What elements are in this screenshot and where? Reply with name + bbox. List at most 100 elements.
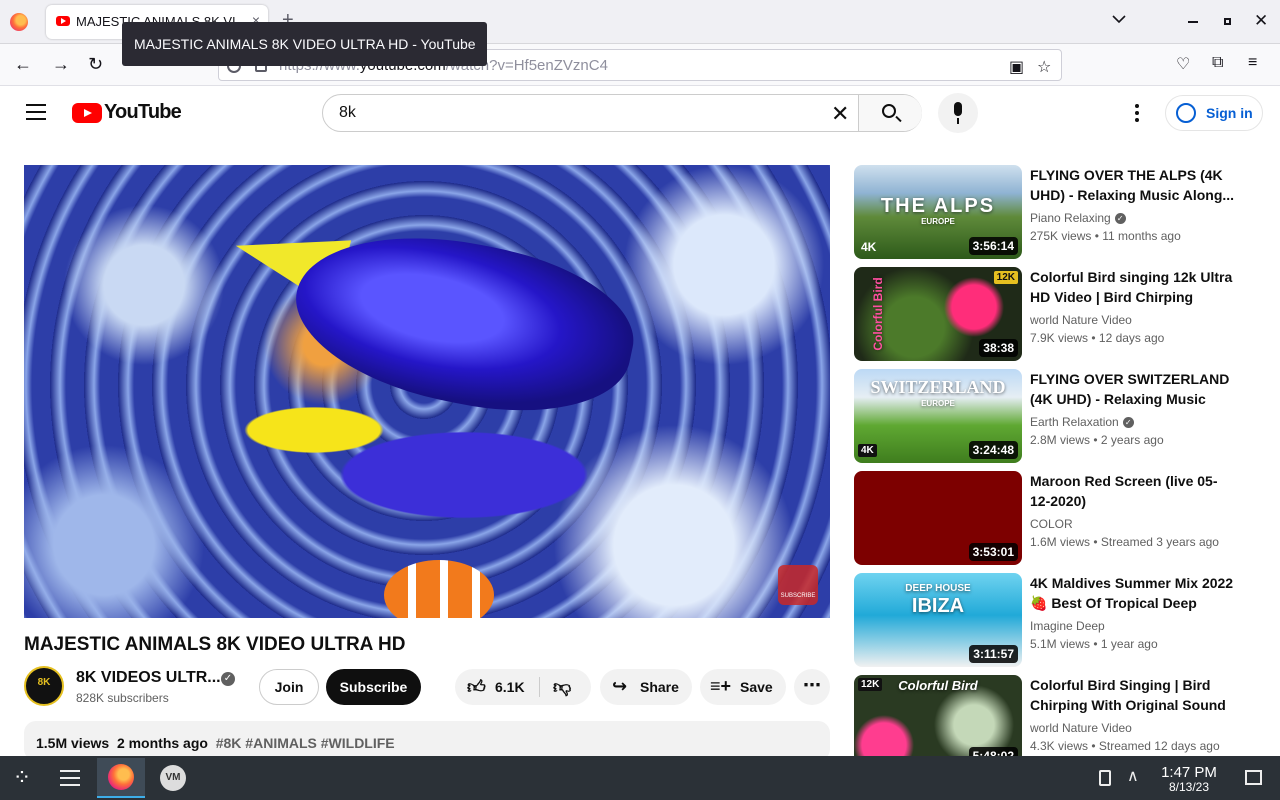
upload-age: Streamed 12 days ago bbox=[1098, 739, 1220, 753]
clear-search-icon[interactable]: ✕ bbox=[831, 101, 849, 127]
back-button[interactable]: ← bbox=[14, 54, 32, 74]
hashtags[interactable]: #8K #ANIMALS #WILDLIFE bbox=[216, 735, 395, 751]
extensions-icon[interactable]: ⧉ bbox=[1212, 54, 1223, 72]
more-actions-button[interactable]: ⋯ bbox=[794, 669, 830, 705]
thumbnail-subtext: DEEP HOUSE bbox=[905, 583, 971, 594]
search-box[interactable]: 8k ✕ bbox=[322, 94, 922, 132]
channel-name[interactable]: 8K VIDEOS ULTR... bbox=[76, 669, 221, 687]
pocket-icon[interactable]: ♡ bbox=[1176, 54, 1190, 74]
description-box[interactable]: 1.5M views 2 months ago #8K #ANIMALS #WI… bbox=[24, 721, 830, 761]
playlist-add-icon: ≡+ bbox=[710, 676, 732, 696]
video-player[interactable]: SUBSCRIBE bbox=[24, 165, 830, 618]
recommendation-item[interactable]: Colorful Bird 12K 38:38 Colorful Bird si… bbox=[854, 267, 1244, 361]
tab-tooltip: MAJESTIC ANIMALS 8K VIDEO ULTRA HD - You… bbox=[122, 22, 487, 66]
video-thumbnail[interactable]: DEEP HOUSE IBIZA 3:11:57 bbox=[854, 573, 1022, 667]
save-button[interactable]: ≡+ Save bbox=[700, 669, 786, 705]
recommendation-channel[interactable]: Imagine Deep bbox=[1030, 619, 1105, 633]
thumbnail-text: Colorful Bird bbox=[898, 678, 978, 693]
recommendation-item[interactable]: THE ALPS EUROPE 4K 3:56:14 FLYING OVER T… bbox=[854, 165, 1244, 259]
channel-name[interactable]: world Nature Video bbox=[1030, 721, 1132, 735]
recommendation-item[interactable]: 3:53:01 Maroon Red Screen (live 05-12-20… bbox=[854, 471, 1244, 565]
bookmark-star-icon[interactable]: ☆ bbox=[1037, 57, 1051, 77]
video-thumbnail[interactable]: Colorful Bird 12K 38:38 bbox=[854, 267, 1022, 361]
firefox-icon[interactable] bbox=[10, 13, 28, 31]
channel-name[interactable]: Earth Relaxation bbox=[1030, 415, 1119, 429]
taskbar-firefox-app[interactable] bbox=[97, 758, 145, 798]
search-button[interactable] bbox=[858, 95, 922, 131]
account-icon bbox=[1176, 103, 1196, 123]
youtube-logo-icon[interactable] bbox=[72, 103, 102, 123]
window-minimize-button[interactable] bbox=[1188, 21, 1198, 23]
recommendation-channel[interactable]: COLOR bbox=[1030, 517, 1073, 531]
upload-age: Streamed 3 years ago bbox=[1100, 535, 1219, 549]
upload-age: 2 months ago bbox=[116, 735, 208, 751]
taskbar-settings-app[interactable] bbox=[46, 758, 94, 798]
youtube-logo-text[interactable]: YouTube bbox=[104, 101, 182, 124]
view-count: 1.6M views bbox=[1030, 535, 1091, 549]
sign-in-button[interactable]: Sign in bbox=[1165, 95, 1263, 131]
recommendation-channel[interactable]: world Nature Video bbox=[1030, 313, 1132, 327]
view-count: 4.3K views bbox=[1030, 739, 1089, 753]
recommendation-title[interactable]: FLYING OVER SWITZERLAND (4K UHD) - Relax… bbox=[1030, 369, 1236, 409]
thumbnail-subtext: EUROPE bbox=[921, 399, 955, 408]
thumbnail-subtext: EUROPE bbox=[921, 217, 955, 226]
recommendation-item[interactable]: SWITZERLAND EUROPE 4K 3:24:48 FLYING OVE… bbox=[854, 369, 1244, 463]
window-close-button[interactable]: ✕ bbox=[1254, 11, 1268, 31]
channel-name[interactable]: Piano Relaxing bbox=[1030, 211, 1111, 225]
join-button[interactable]: Join bbox=[259, 669, 319, 705]
channel-name[interactable]: Imagine Deep bbox=[1030, 619, 1105, 633]
upload-age: 11 months ago bbox=[1102, 229, 1181, 243]
recommendation-title[interactable]: Maroon Red Screen (live 05-12-2020) bbox=[1030, 471, 1236, 511]
guide-menu-icon[interactable] bbox=[26, 104, 46, 120]
youtube-favicon-icon bbox=[56, 16, 70, 26]
video-thumbnail[interactable]: THE ALPS EUROPE 4K 3:56:14 bbox=[854, 165, 1022, 259]
share-button[interactable]: ↪ Share bbox=[600, 669, 692, 705]
search-input[interactable]: 8k bbox=[339, 104, 356, 122]
upload-age: 2 years ago bbox=[1100, 433, 1164, 447]
reload-button[interactable]: ↻ bbox=[88, 54, 103, 74]
quality-badge: 12K bbox=[993, 271, 1018, 284]
forward-button[interactable]: → bbox=[52, 54, 70, 74]
recommendation-channel[interactable]: Piano Relaxing ✓ bbox=[1030, 211, 1126, 225]
dislike-icon[interactable]: 👎︎ bbox=[553, 676, 571, 698]
recommendation-title[interactable]: 4K Maldives Summer Mix 2022 🍓 Best Of Tr… bbox=[1030, 573, 1236, 613]
video-thumbnail[interactable]: SWITZERLAND EUROPE 4K 3:24:48 bbox=[854, 369, 1022, 463]
like-icon[interactable]: 👍︎ bbox=[467, 676, 486, 698]
quality-badge: 4K bbox=[858, 444, 877, 457]
app-launcher-icon[interactable]: ⁘ bbox=[8, 764, 36, 792]
video-thumbnail[interactable]: 3:53:01 bbox=[854, 471, 1022, 565]
recommendation-title[interactable]: Colorful Bird Singing | Bird Chirping Wi… bbox=[1030, 675, 1236, 715]
channel-avatar[interactable]: 8K bbox=[24, 666, 64, 706]
view-count: 5.1M views bbox=[1030, 637, 1091, 651]
clock-time[interactable]: 1:47 PM bbox=[1150, 764, 1228, 781]
like-count[interactable]: 6.1K bbox=[495, 679, 525, 695]
recommendation-channel[interactable]: Earth Relaxation ✓ bbox=[1030, 415, 1134, 429]
recommendation-meta: 2.8M views • 2 years ago bbox=[1030, 433, 1164, 447]
window-maximize-button[interactable] bbox=[1224, 18, 1231, 25]
recommendation-item[interactable]: DEEP HOUSE IBIZA 3:11:57 4K Maldives Sum… bbox=[854, 573, 1244, 667]
recommendation-title[interactable]: FLYING OVER THE ALPS (4K UHD) - Relaxing… bbox=[1030, 165, 1236, 205]
list-all-tabs-icon[interactable] bbox=[1112, 12, 1126, 26]
subscribe-button[interactable]: Subscribe bbox=[326, 669, 421, 705]
view-count: 275K views bbox=[1030, 229, 1092, 243]
show-desktop-icon[interactable] bbox=[1245, 770, 1262, 785]
clock-date[interactable]: 8/13/23 bbox=[1150, 780, 1228, 794]
save-label: Save bbox=[740, 679, 773, 695]
recommendation-title[interactable]: Colorful Bird singing 12k Ultra HD Video… bbox=[1030, 267, 1236, 307]
verified-icon: ✓ bbox=[221, 672, 235, 686]
subscribe-watermark-icon[interactable]: SUBSCRIBE bbox=[778, 565, 818, 605]
recommendation-meta: 7.9K views • 12 days ago bbox=[1030, 331, 1165, 345]
recommendation-channel[interactable]: world Nature Video bbox=[1030, 721, 1132, 735]
app-menu-icon[interactable]: ≡ bbox=[1248, 54, 1257, 72]
voice-search-button[interactable] bbox=[938, 93, 978, 133]
reader-view-icon[interactable]: ▣ bbox=[1009, 57, 1024, 77]
clipboard-icon[interactable] bbox=[1099, 770, 1111, 786]
channel-name[interactable]: COLOR bbox=[1030, 517, 1073, 531]
system-tray-expand-icon[interactable]: ∧ bbox=[1127, 766, 1139, 786]
recommendation-item[interactable]: 12K Colorful Bird 5:48:02 Colorful Bird … bbox=[854, 675, 1244, 769]
taskbar-vm-app[interactable]: VM bbox=[148, 758, 196, 798]
settings-menu-icon[interactable] bbox=[1128, 104, 1146, 122]
duration-badge: 3:56:14 bbox=[968, 237, 1018, 255]
video-thumbnail[interactable]: 12K Colorful Bird 5:48:02 bbox=[854, 675, 1022, 769]
channel-name[interactable]: world Nature Video bbox=[1030, 313, 1132, 327]
